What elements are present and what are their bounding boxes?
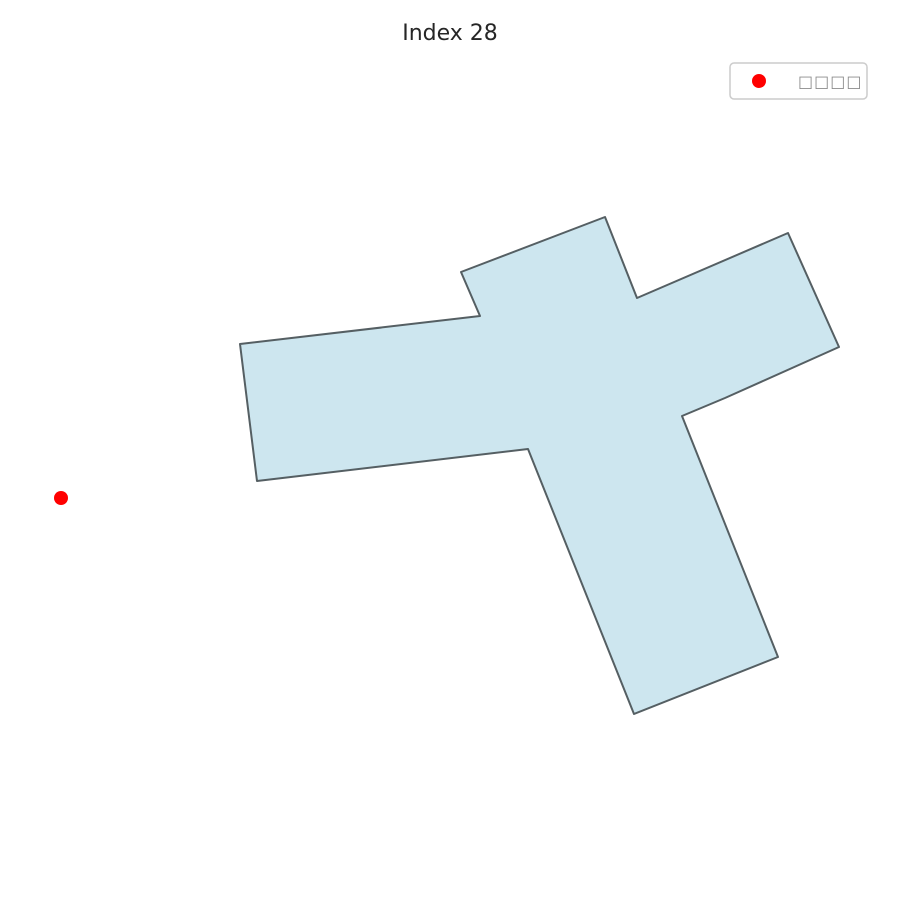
polygon-shape	[239, 216, 840, 715]
location-point	[54, 491, 68, 505]
legend-label: □□□□	[798, 72, 862, 91]
legend: □□□□	[729, 62, 868, 100]
legend-point-marker	[752, 74, 766, 88]
figure-title: Index 28	[402, 21, 498, 46]
figure-canvas: Index 28 □□□□	[54, 21, 868, 715]
